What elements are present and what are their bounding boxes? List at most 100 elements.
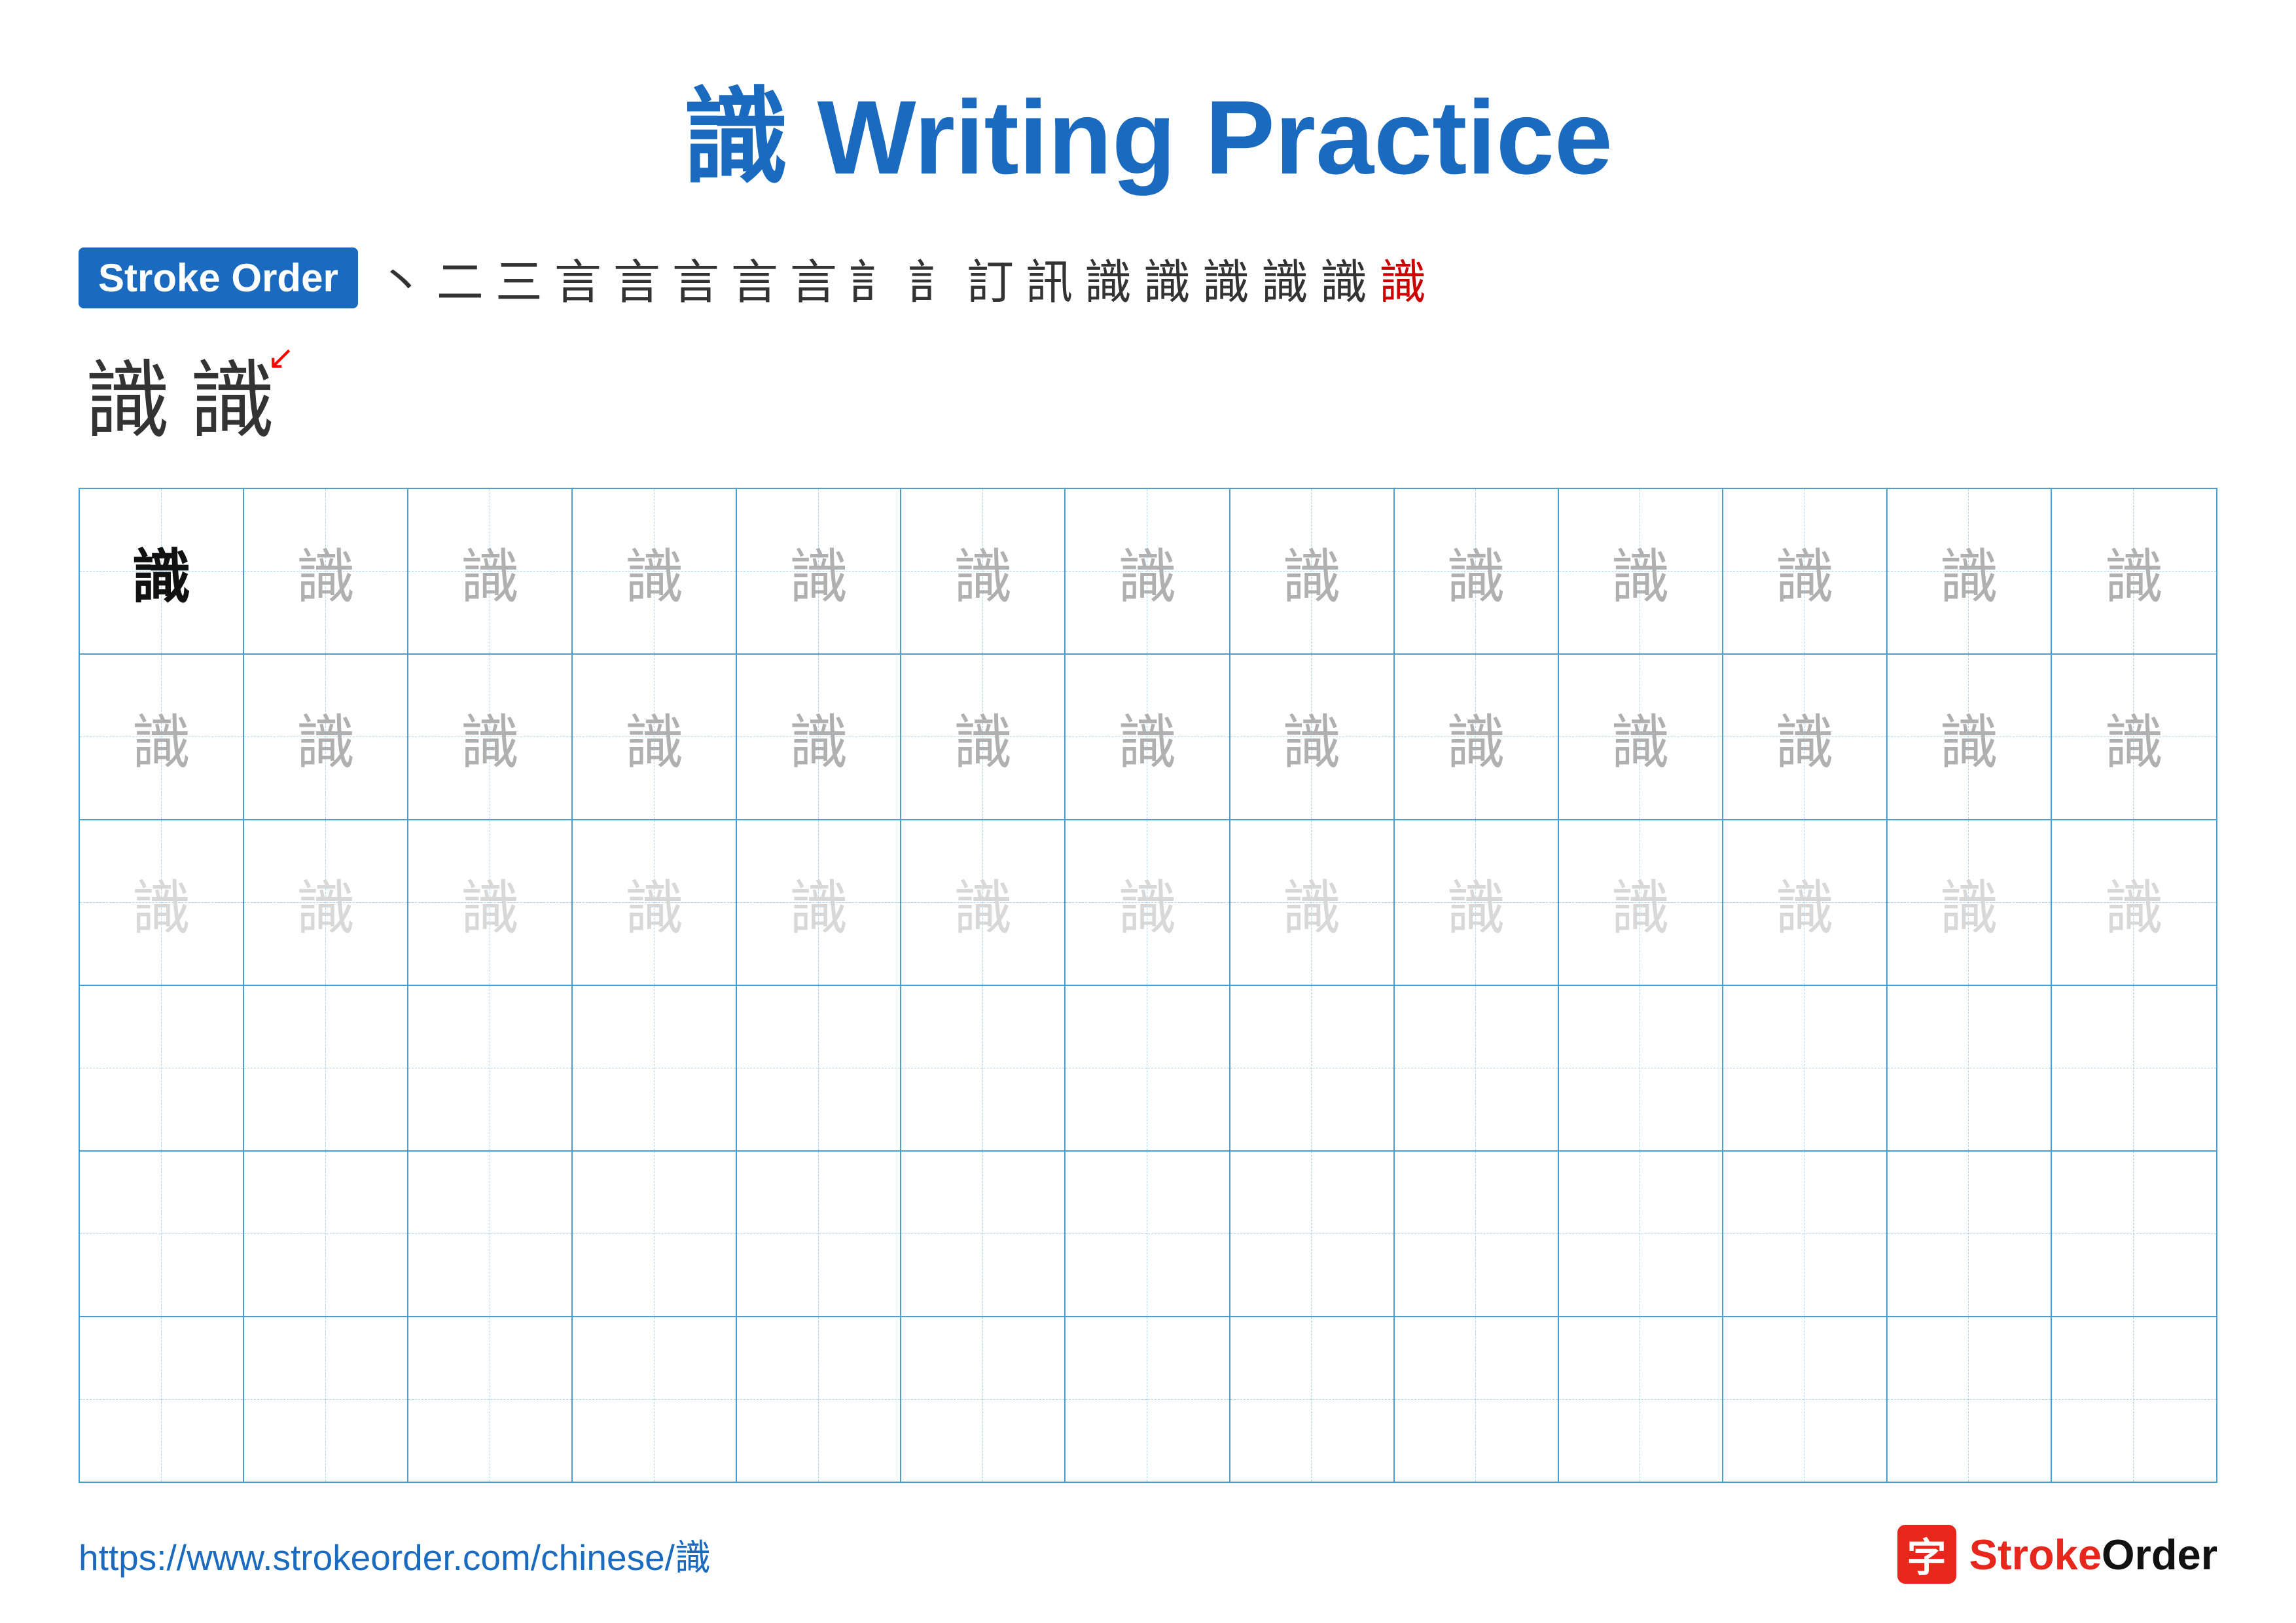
grid-cell[interactable]: 識 — [737, 655, 901, 819]
grid-cell[interactable] — [2052, 1317, 2216, 1482]
grid-cell[interactable]: 識 — [80, 655, 244, 819]
grid-cell[interactable] — [737, 986, 901, 1150]
stroke-step-3: 言 — [554, 244, 601, 312]
grid-cell[interactable]: 識 — [901, 489, 1066, 653]
grid-cell[interactable]: 識 — [2052, 820, 2216, 985]
grid-cell[interactable]: 識 — [737, 489, 901, 653]
stroke-step-17: 識 — [1379, 244, 1426, 312]
grid-cell[interactable] — [1395, 1152, 1559, 1316]
grid-cell[interactable]: 識 — [408, 655, 573, 819]
grid-cell[interactable] — [1230, 1317, 1395, 1482]
grid-cell[interactable]: 識 — [244, 820, 408, 985]
grid-row-2: 識識識識識識識識識識識識識 — [80, 820, 2216, 986]
grid-cell[interactable] — [1888, 1317, 2052, 1482]
grid-cell[interactable]: 識 — [244, 489, 408, 653]
grid-cell[interactable]: 識 — [1559, 820, 1723, 985]
grid-cell[interactable] — [80, 1152, 244, 1316]
grid-cell[interactable] — [1559, 986, 1723, 1150]
grid-cell[interactable]: 識 — [1888, 820, 2052, 985]
grid-cell[interactable]: 識 — [408, 820, 573, 985]
grid-cell[interactable]: 識 — [1230, 655, 1395, 819]
stroke-step-10: 訂 — [967, 244, 1014, 312]
grid-cell[interactable] — [80, 986, 244, 1150]
grid-cell[interactable]: 識 — [737, 820, 901, 985]
grid-cell[interactable]: 識 — [1559, 655, 1723, 819]
grid-cell[interactable]: 識 — [1888, 489, 2052, 653]
grid-cell[interactable]: 識 — [80, 489, 244, 653]
grid-cell[interactable] — [1066, 1317, 1230, 1482]
grid-cell[interactable] — [1723, 986, 1888, 1150]
grid-cell[interactable]: 識 — [1723, 489, 1888, 653]
practice-char: 識 — [461, 529, 520, 614]
grid-cell[interactable]: 識 — [1230, 820, 1395, 985]
grid-cell[interactable] — [901, 986, 1066, 1150]
grid-cell[interactable] — [408, 1152, 573, 1316]
grid-cell[interactable]: 識 — [1723, 820, 1888, 985]
practice-char: 識 — [296, 695, 355, 780]
stroke-step-6: 言 — [731, 244, 778, 312]
grid-cell[interactable]: 識 — [1395, 820, 1559, 985]
grid-cell[interactable] — [1559, 1152, 1723, 1316]
grid-cell[interactable] — [573, 986, 737, 1150]
stroke-step-12: 識 — [1085, 244, 1132, 312]
grid-cell[interactable] — [2052, 986, 2216, 1150]
practice-char: 識 — [2104, 860, 2163, 945]
grid-cell[interactable] — [1723, 1317, 1888, 1482]
grid-cell[interactable] — [1395, 1317, 1559, 1482]
grid-cell[interactable]: 識 — [2052, 655, 2216, 819]
grid-cell[interactable]: 識 — [1395, 655, 1559, 819]
grid-cell[interactable] — [2052, 1152, 2216, 1316]
grid-cell[interactable]: 識 — [1066, 820, 1230, 985]
grid-cell[interactable] — [1559, 1317, 1723, 1482]
grid-cell[interactable]: 識 — [1066, 655, 1230, 819]
grid-cell[interactable] — [1888, 1152, 2052, 1316]
grid-cell[interactable]: 識 — [1395, 489, 1559, 653]
grid-cell[interactable]: 識 — [1559, 489, 1723, 653]
grid-cell[interactable]: 識 — [573, 820, 737, 985]
grid-cell[interactable] — [737, 1317, 901, 1482]
grid-cell[interactable] — [1395, 986, 1559, 1150]
stroke-step-5: 言 — [672, 244, 719, 312]
practice-char: 識 — [1939, 695, 1998, 780]
grid-cell[interactable] — [1888, 986, 2052, 1150]
practice-char: 識 — [1282, 695, 1341, 780]
grid-cell[interactable]: 識 — [901, 820, 1066, 985]
grid-cell[interactable] — [1230, 986, 1395, 1150]
grid-cell[interactable] — [1230, 1152, 1395, 1316]
grid-cell[interactable] — [1723, 1152, 1888, 1316]
grid-cell[interactable]: 識 — [80, 820, 244, 985]
practice-char: 識 — [296, 529, 355, 614]
practice-char: 識 — [1118, 860, 1177, 945]
grid-cell[interactable]: 識 — [244, 655, 408, 819]
grid-cell[interactable]: 識 — [1230, 489, 1395, 653]
grid-cell[interactable]: 識 — [1066, 489, 1230, 653]
grid-cell[interactable]: 識 — [408, 489, 573, 653]
stroke-step-0: 丶 — [378, 244, 425, 312]
stroke-step-1: 二 — [437, 244, 484, 312]
grid-cell[interactable] — [244, 986, 408, 1150]
grid-row-0: 識識識識識識識識識識識識識 — [80, 489, 2216, 655]
footer-logo-text-colored: Stroke — [1969, 1531, 2102, 1578]
footer-url[interactable]: https://www.strokeorder.com/chinese/識 — [79, 1528, 711, 1580]
grid-cell[interactable] — [737, 1152, 901, 1316]
grid-cell[interactable] — [1066, 1152, 1230, 1316]
stroke-step-4: 言 — [613, 244, 660, 312]
grid-cell[interactable] — [244, 1317, 408, 1482]
grid-cell[interactable] — [1066, 986, 1230, 1150]
grid-cell[interactable] — [80, 1317, 244, 1482]
grid-cell[interactable]: 識 — [2052, 489, 2216, 653]
grid-cell[interactable] — [408, 1317, 573, 1482]
grid-cell[interactable] — [901, 1317, 1066, 1482]
grid-cell[interactable] — [901, 1152, 1066, 1316]
grid-cell[interactable] — [244, 1152, 408, 1316]
grid-cell[interactable]: 識 — [573, 489, 737, 653]
grid-cell[interactable]: 識 — [901, 655, 1066, 819]
grid-cell[interactable]: 識 — [573, 655, 737, 819]
stroke-step-2: 三 — [495, 244, 543, 312]
grid-cell[interactable]: 識 — [1723, 655, 1888, 819]
grid-cell[interactable]: 識 — [1888, 655, 2052, 819]
grid-cell[interactable] — [573, 1317, 737, 1482]
grid-cell[interactable] — [573, 1152, 737, 1316]
stroke-order-badge: Stroke Order — [79, 247, 358, 308]
grid-cell[interactable] — [408, 986, 573, 1150]
